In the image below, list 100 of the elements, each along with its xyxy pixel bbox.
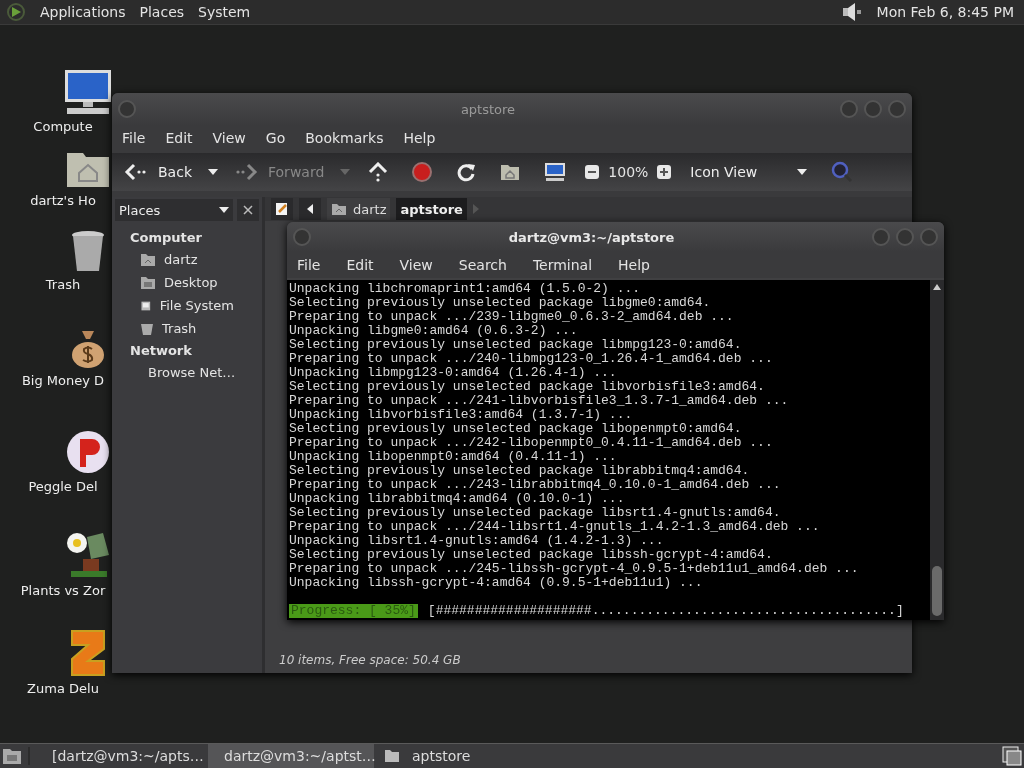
sidebar-item[interactable]: Trash: [112, 317, 262, 340]
trash-icon: [140, 321, 154, 336]
clock[interactable]: Mon Feb 6, 8:45 PM: [876, 4, 1014, 20]
terminal-line: Unpacking libchromaprint1:amd64 (1.5.0-2) ...: [289, 282, 642, 296]
back-arrow-icon: [124, 163, 148, 181]
terminal-line: Unpacking libssh-gcrypt-4:amd64 (0.9.5-1+deb11u1) ...: [289, 576, 704, 590]
money-bag-icon[interactable]: [70, 329, 106, 369]
menu-item[interactable]: Search: [458, 257, 507, 273]
menu-item[interactable]: Edit: [346, 257, 374, 273]
show-desktop-icon[interactable]: [2, 747, 22, 765]
menu-item[interactable]: Go: [265, 130, 286, 146]
menu-item[interactable]: Help: [403, 130, 436, 146]
terminal-line: Unpacking libgme0:amd64 (0.6.3-2) ...: [289, 324, 579, 338]
terminal-line: Selecting previously unselected package libssh-gcrypt-4:amd64.: [289, 548, 774, 562]
reload-icon[interactable]: [456, 162, 477, 182]
scrollbar[interactable]: [930, 280, 944, 620]
terminal-line: Selecting previously unselected package libgme0:amd64.: [289, 296, 712, 310]
terminal-line: Preparing to unpack .../242-libopenmpt0_0.4.11-1_amd64.deb ...: [289, 436, 774, 450]
terminal-line: Unpacking libmpg123-0:amd64 (1.26.4-1) ...: [289, 366, 618, 380]
path-button[interactable]: aptstore: [396, 198, 467, 220]
panel-menu[interactable]: Applications: [40, 4, 126, 20]
sidebar-item[interactable]: Browse Net…: [112, 361, 262, 384]
terminal-line: Selecting previously unselected package libmpg123-0:amd64.: [289, 338, 743, 352]
desktop-icon-label[interactable]: Plants vs Zor: [19, 583, 107, 598]
home-folder-icon: [331, 202, 347, 216]
close-icon: [243, 205, 253, 215]
scrollbar-thumb[interactable]: [932, 566, 942, 616]
sidebar-item[interactable]: File System: [112, 294, 262, 317]
terminal-line: Selecting previously unselected package libvorbisfile3:amd64.: [289, 380, 766, 394]
terminal-line: Unpacking librabbitmq4:amd64 (0.10.0-1) ...: [289, 492, 626, 506]
sidebar-section-title: Computer: [129, 229, 204, 247]
terminal-line: Selecting previously unselected package librabbitmq4:amd64.: [289, 464, 751, 478]
desktop-icon-label[interactable]: Big Money D: [19, 373, 107, 388]
sidebar-item[interactable]: Desktop: [112, 271, 262, 294]
folder-icon: [384, 749, 400, 763]
zoom-level: 100%: [608, 164, 649, 180]
menu-item[interactable]: Edit: [165, 130, 193, 146]
up-arrow-icon[interactable]: [368, 162, 389, 182]
terminal-line: Selecting previously unselected package libopenmpt0:amd64.: [289, 422, 743, 436]
terminal-line: Unpacking libvorbisfile3:amd64 (1.3.7-1) ...: [289, 408, 634, 422]
trash-icon[interactable]: [70, 229, 106, 273]
status-text: 10 items, Free space: 50.4 GB: [278, 652, 462, 669]
dropdown-caret-icon: [219, 207, 229, 213]
computer-icon[interactable]: [544, 162, 567, 182]
menu-item[interactable]: View: [399, 257, 433, 273]
window-title: dartz@vm3:~/aptstore: [507, 229, 676, 245]
menu-item[interactable]: Bookmarks: [305, 130, 384, 146]
left-arrow-icon: [307, 204, 313, 214]
terminal-line: Preparing to unpack .../241-libvorbisfile3_1.3.7-1_amd64.deb ...: [289, 394, 790, 408]
desktop-icon-label[interactable]: Compute: [19, 119, 107, 134]
game-ball-icon[interactable]: [65, 429, 111, 475]
terminal-line: Preparing to unpack .../245-libssh-gcrypt-4_0.9.5-1+deb11u1_amd64.deb ...: [289, 562, 860, 576]
stop-icon[interactable]: [412, 162, 433, 182]
forward-arrow-icon: [234, 163, 258, 181]
path-button[interactable]: dartz: [327, 198, 391, 220]
places-dropdown[interactable]: Places: [115, 199, 233, 221]
progress-bar-text: [####################.......................................]: [427, 604, 904, 618]
home-folder-icon[interactable]: [500, 163, 521, 181]
sidebar-section-title: Network: [129, 342, 193, 360]
logo-icon[interactable]: [6, 2, 26, 22]
terminal-line: Unpacking libsrt1.4-gnutls:amd64 (1.4.2-1.3) ...: [289, 534, 665, 548]
progress-label: Progress: [ 35%]: [289, 604, 418, 618]
terminal-line: Preparing to unpack .../240-libmpg123-0_1.26.4-1_amd64.deb ...: [289, 352, 774, 366]
terminal-line: Preparing to unpack .../239-libgme0_0.6.3-2_amd64.deb ...: [289, 310, 735, 324]
window-title: aptstore: [459, 101, 517, 117]
taskbar-button[interactable]: [dartz@vm3:~/apts…: [36, 744, 202, 768]
sidebar-item[interactable]: dartz: [112, 248, 262, 271]
taskbar-button[interactable]: dartz@vm3:~/aptst…: [208, 744, 374, 768]
menu-item[interactable]: File: [122, 130, 146, 146]
close-sidebar-button[interactable]: [237, 199, 259, 221]
terminal-line: Preparing to unpack .../244-libsrt1.4-gnutls_1.4.2-1.3_amd64.deb ...: [289, 520, 821, 534]
terminal-line: Selecting previously unselected package libsrt1.4-gnutls:amd64.: [289, 506, 782, 520]
panel-menu[interactable]: System: [198, 4, 251, 20]
back-button[interactable]: Back: [120, 163, 196, 181]
zoom-in-icon[interactable]: [656, 164, 673, 180]
pencil-note-icon: [275, 202, 289, 216]
menu-item[interactable]: Help: [618, 257, 650, 273]
menu-item[interactable]: View: [212, 130, 246, 146]
search-icon[interactable]: [831, 161, 854, 183]
scroll-up-icon[interactable]: [933, 284, 941, 290]
desktop-icon-label[interactable]: Peggle Del: [19, 479, 107, 494]
menu-item[interactable]: Terminal: [532, 257, 593, 273]
dropdown-caret-icon[interactable]: [208, 169, 218, 175]
desktop-icon-label[interactable]: Trash: [19, 277, 107, 292]
desktop-icon-label[interactable]: Zuma Delu: [19, 681, 107, 696]
terminal-line: Unpacking libopenmpt0:amd64 (0.4.11-1) ...: [289, 450, 618, 464]
view-dropdown[interactable]: Icon View: [684, 163, 814, 181]
taskbar-button[interactable]: aptstore: [380, 744, 546, 768]
desktop-icon-label[interactable]: dartz's Ho: [19, 193, 107, 208]
computer-icon[interactable]: [63, 69, 113, 115]
game-tile-icon[interactable]: [68, 629, 108, 677]
workspace-switcher-icon[interactable]: [1002, 746, 1022, 766]
edit-location-button[interactable]: [271, 198, 293, 220]
dropdown-caret-icon: [797, 169, 808, 175]
zoom-out-icon[interactable]: [584, 164, 601, 180]
path-left-button[interactable]: [299, 198, 321, 220]
panel-menu[interactable]: Places: [139, 4, 185, 20]
speaker-icon[interactable]: [840, 2, 863, 22]
home-folder-icon: [140, 252, 156, 267]
menu-item[interactable]: File: [297, 257, 321, 273]
